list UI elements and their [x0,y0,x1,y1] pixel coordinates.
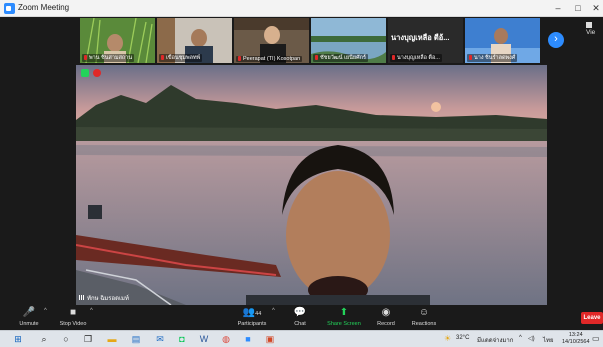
window-titlebar: Zoom Meeting – □ ✕ [0,0,603,17]
task-view-icon[interactable]: ❐ [82,333,94,345]
photos-icon[interactable]: ▣ [264,333,276,345]
stop-video-button[interactable]: ■ Stop Video [56,307,90,327]
speaker-video-frame [76,65,547,305]
microphone-icon [84,55,87,61]
participant-tile[interactable]: Peerapat (TI) Kosotpan [234,18,309,63]
participants-icon: 👥44 [242,307,262,318]
cortana-icon[interactable]: ○ [60,333,72,345]
file-explorer-icon[interactable]: ▬ [106,333,118,345]
microphone-icon [469,55,472,61]
window-title: Zoom Meeting [18,3,70,12]
chat-button[interactable]: 💬 Chat [288,307,312,327]
store-icon[interactable]: ▤ [130,333,142,345]
meeting-toolbar: 🎤 Unmute ^ ■ Stop Video ^ 👥44 Participan… [0,306,603,330]
tray-overflow-icon[interactable]: ^ [519,335,522,341]
windows-taskbar: ⊞ ⌕ ○ ❐ ▬ ▤ ✉ ◘ W ◍ ■ ▣ ☀ 32°C มีแดดจ่าง… [0,330,603,347]
close-button[interactable]: ✕ [588,2,603,14]
participants-options-caret[interactable]: ^ [272,308,275,314]
weather-icon[interactable]: ☀ [444,334,451,343]
line-icon[interactable]: ◘ [176,333,188,345]
weather-description[interactable]: มีแดดจ่างมาก [477,335,513,345]
recording-indicator-icon [93,69,101,77]
share-screen-icon: ⬆ [339,307,349,318]
audio-options-caret[interactable]: ^ [44,308,47,314]
video-icon: ■ [69,307,77,318]
microphone-icon [238,56,241,62]
reactions-icon: ☺ [418,307,430,318]
taskbar-clock[interactable]: 13:24 14/10/2564 [562,332,590,346]
speaker-name-label: ทักษ ฉิมรอดเมท์ [79,293,129,303]
microphone-icon [161,55,164,61]
share-screen-button[interactable]: ⬆ Share Screen [325,307,363,327]
microphone-icon [392,55,395,61]
zoom-app-icon [4,3,15,14]
security-shield-icon [81,69,89,77]
input-language[interactable]: ไทย [543,335,554,345]
mail-icon[interactable]: ✉ [154,333,166,345]
participant-name-card: นางบุญเหลือ ตือ้... [391,33,450,42]
video-options-caret[interactable]: ^ [90,308,93,314]
view-button[interactable]: Vie [586,22,603,36]
reactions-button[interactable]: ☺ Reactions [408,307,440,327]
signal-icon [79,295,85,300]
participant-name: เขื่อนชุมพลทพ์ [159,54,203,62]
weather-temperature[interactable]: 32°C [456,335,469,341]
participant-name: พาน ชินสามสถาน [82,54,135,62]
leave-button[interactable]: Leave [581,312,603,324]
microphone-muted-icon: 🎤 [22,307,36,318]
unmute-button[interactable]: 🎤 Unmute [14,307,44,327]
chrome-icon[interactable]: ◍ [220,333,232,345]
speaker-icon[interactable]: ◁) [528,335,535,342]
participant-tile[interactable]: ชัชยวัฒน์ เยนียศักร์ [311,18,386,63]
participant-tile[interactable]: พาน ชินสามสถาน [80,18,155,63]
participant-tile[interactable]: เขื่อนชุมพลทพ์ [157,18,232,63]
participant-tile[interactable]: นางบุญเหลือ ตือ้... นางบุญเหลือ ตือ... [388,18,463,63]
next-page-button[interactable]: › [548,32,564,48]
record-icon: ◉ [381,307,391,318]
active-speaker-video: ทักษ ฉิมรอดเมท์ [76,65,547,305]
record-button[interactable]: ◉ Record [373,307,399,327]
zoom-taskbar-icon[interactable]: ■ [242,333,254,345]
meeting-stage: พาน ชินสามสถาน เขื่อนชุมพลทพ์ Peerapat (… [0,17,603,306]
participant-name: นางบุญเหลือ ตือ... [390,54,442,62]
word-icon[interactable]: W [198,333,210,345]
participant-name: ชัชยวัฒน์ เยนียศักร์ [313,54,368,62]
participant-name: Peerapat (TI) Kosotpan [236,56,303,62]
notification-icon[interactable]: ▭ [592,334,600,343]
microphone-icon [315,55,318,61]
participant-name: นาง ชินรำลดพงศ์ [467,54,518,62]
participants-button[interactable]: 👥44 Participants [234,307,270,327]
participant-tile[interactable]: นาง ชินรำลดพงศ์ [465,18,540,63]
maximize-button[interactable]: □ [570,2,586,14]
search-icon[interactable]: ⌕ [38,333,50,345]
minimize-button[interactable]: – [550,2,566,14]
windows-start-icon[interactable]: ⊞ [12,333,24,345]
chat-icon: 💬 [293,307,307,318]
